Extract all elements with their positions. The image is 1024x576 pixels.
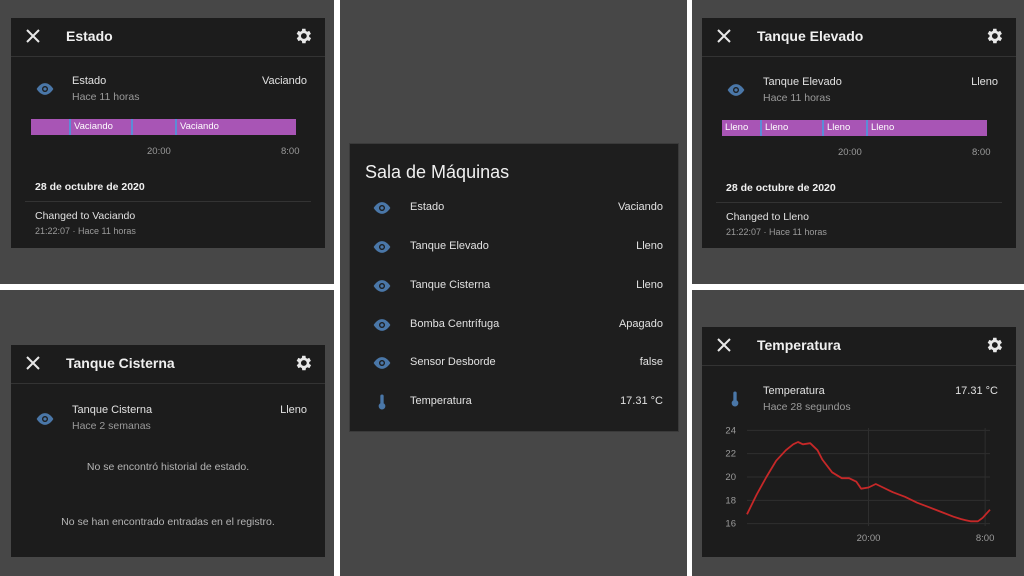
entity-state: Lleno: [280, 404, 307, 416]
close-icon[interactable]: [714, 26, 734, 46]
entity-row-name: Tanque Elevado: [410, 240, 489, 252]
dialog-title: Tanque Cisterna: [66, 355, 175, 371]
logbook-date-header: 28 de octubre de 2020: [35, 181, 145, 193]
logbook-date-header: 28 de octubre de 2020: [726, 182, 836, 194]
entity-row-sensor-desborde[interactable]: Sensor Desborde false: [350, 351, 678, 375]
entity-row-state: false: [639, 356, 663, 368]
entity-row-tanque-elevado[interactable]: Tanque Elevado Lleno: [350, 235, 678, 259]
entity-name: Tanque Cisterna: [72, 404, 153, 416]
eye-icon: [372, 318, 392, 332]
dialog-header: Estado: [11, 18, 325, 56]
logbook-entry: Changed to Lleno: [726, 211, 809, 223]
entity-row-bomba-centrifuga[interactable]: Bomba Centrífuga Apagado: [350, 313, 678, 337]
state-timeline[interactable]: Lleno Lleno Lleno Lleno: [722, 120, 987, 136]
estado-dialog: Estado Estado Hace 11 horas Vaciando Vac…: [11, 18, 325, 248]
eye-icon: [372, 240, 392, 254]
timeline-axis-label: 20:00: [838, 147, 862, 158]
entity-row-name: Temperatura: [410, 395, 472, 407]
entity-name: Estado: [72, 75, 107, 87]
gear-icon[interactable]: [293, 26, 313, 46]
no-history-message: No se encontró historial de estado.: [86, 461, 250, 473]
entity-row-state: Vaciando: [617, 201, 663, 213]
divider: [11, 383, 325, 384]
sala-de-maquinas-card: Sala de Máquinas Estado Vaciando Tanque …: [349, 143, 679, 432]
temperatura-dialog: Temperatura Temperatura Hace 28 segundos…: [702, 327, 1016, 557]
divider: [716, 202, 1002, 203]
y-tick-label: 22: [725, 449, 736, 460]
entity-last-changed: Hace 11 horas: [763, 92, 831, 104]
timeline-segment[interactable]: Lleno: [760, 120, 822, 136]
tanque-elevado-dialog: Tanque Elevado Tanque Elevado Hace 11 ho…: [702, 18, 1016, 248]
eye-icon: [372, 201, 392, 215]
dialog-title: Estado: [66, 28, 113, 44]
timeline-segment[interactable]: [31, 119, 69, 135]
timeline-segment[interactable]: Lleno: [822, 120, 866, 136]
thermometer-icon: [377, 393, 387, 411]
entity-state: 17.31 °C: [955, 385, 998, 397]
logbook-entry: Changed to Vaciando: [35, 210, 136, 222]
entity-row-state: Lleno: [636, 279, 663, 291]
entity-row-tanque-cisterna[interactable]: Tanque Cisterna Lleno: [350, 274, 678, 298]
close-icon[interactable]: [23, 26, 43, 46]
timeline-segment[interactable]: Lleno: [866, 120, 987, 136]
entity-last-changed: Hace 11 horas: [72, 91, 140, 103]
logbook-entry-time: 21:22:07 · Hace 11 horas: [726, 227, 827, 237]
timeline-segment[interactable]: Vaciando: [69, 119, 131, 135]
entity-row-name: Tanque Cisterna: [410, 279, 491, 291]
y-tick-label: 24: [725, 425, 736, 436]
entity-row-name: Bomba Centrífuga: [410, 318, 500, 330]
close-icon[interactable]: [714, 335, 734, 355]
dialog-header: Temperatura: [702, 327, 1016, 365]
y-tick-label: 18: [725, 495, 736, 506]
dialog-header: Tanque Elevado: [702, 18, 1016, 56]
entity-row-name: Estado: [410, 201, 445, 213]
gear-icon[interactable]: [293, 353, 313, 373]
entity-row-state: Apagado: [618, 318, 663, 330]
eye-icon: [35, 412, 55, 426]
entity-last-changed: Hace 2 semanas: [72, 420, 151, 432]
timeline-segment[interactable]: Vaciando: [175, 119, 296, 135]
timeline-axis-label: 20:00: [147, 146, 171, 157]
entity-last-changed: Hace 28 segundos: [763, 401, 851, 413]
divider: [25, 201, 311, 202]
entity-name: Tanque Elevado: [763, 76, 842, 88]
thermometer-icon: [730, 390, 740, 408]
tanque-cisterna-dialog: Tanque Cisterna Tanque Cisterna Hace 2 s…: [11, 345, 325, 557]
x-tick-label: 20:00: [857, 533, 881, 544]
no-logbook-message: No se han encontrado entradas en el regi…: [61, 516, 275, 528]
divider: [702, 56, 1016, 57]
timeline-axis-label: 8:00: [281, 146, 300, 157]
gear-icon[interactable]: [984, 335, 1004, 355]
divider: [11, 56, 325, 57]
entity-row-estado[interactable]: Estado Vaciando: [350, 196, 678, 220]
timeline-axis-label: 8:00: [972, 147, 991, 158]
close-icon[interactable]: [23, 353, 43, 373]
entity-row-name: Sensor Desborde: [410, 356, 496, 368]
x-tick-label: 8:00: [976, 533, 995, 544]
eye-icon: [35, 82, 55, 96]
divider: [702, 365, 1016, 366]
entity-row-temperatura[interactable]: Temperatura 17.31 °C: [350, 390, 678, 414]
y-tick-label: 16: [725, 519, 736, 530]
eye-icon: [372, 356, 392, 370]
state-timeline[interactable]: Vaciando Vaciando: [31, 119, 296, 135]
gear-icon[interactable]: [984, 26, 1004, 46]
entity-row-state: 17.31 °C: [620, 395, 663, 407]
dialog-header: Tanque Cisterna: [11, 345, 325, 383]
y-tick-label: 20: [725, 472, 736, 483]
entity-name: Temperatura: [763, 385, 825, 397]
eye-icon: [726, 83, 746, 97]
card-title: Sala de Máquinas: [365, 162, 510, 182]
timeline-segment[interactable]: [131, 119, 175, 135]
eye-icon: [372, 279, 392, 293]
dialog-title: Temperatura: [757, 337, 841, 353]
entity-state: Vaciando: [261, 75, 307, 87]
dialog-title: Tanque Elevado: [757, 28, 864, 44]
entity-state: Lleno: [971, 76, 998, 88]
logbook-entry-time: 21:22:07 · Hace 11 horas: [35, 226, 136, 236]
entity-row-state: Lleno: [636, 240, 663, 252]
timeline-segment[interactable]: Lleno: [722, 120, 760, 136]
temperature-line-chart[interactable]: 24 22 20 18 16 20:00 8:00: [702, 422, 1016, 552]
